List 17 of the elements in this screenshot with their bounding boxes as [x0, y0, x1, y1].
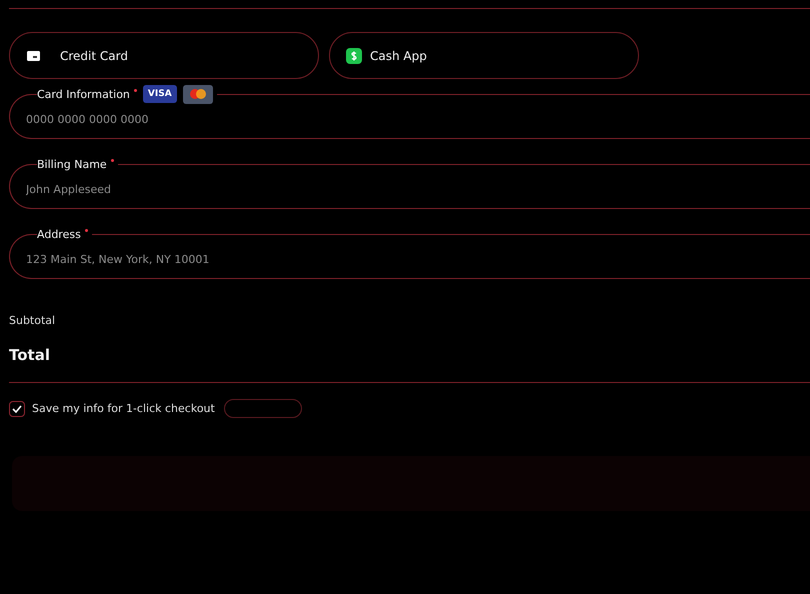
field-label: Card Information: [37, 88, 130, 100]
credit-card-icon: [27, 50, 40, 60]
card-brand-badge: [182, 84, 213, 104]
total-label: Total: [9, 346, 51, 364]
checkbox-label: Save my info for 1-click checkout: [32, 402, 215, 415]
dollar-app-icon: [346, 48, 362, 64]
visa-badge: VISA: [142, 85, 177, 103]
payment-method-option[interactable]: Cash App: [329, 32, 639, 79]
subtotal-label: Subtotal: [9, 314, 56, 327]
field-label: Billing Name: [37, 158, 107, 170]
text-input[interactable]: 123 Main St, New York, NY 10001: [26, 251, 526, 267]
check-icon: [12, 404, 22, 412]
input-field[interactable]: [224, 399, 302, 418]
payment-method-option[interactable]: Credit Card: [9, 32, 319, 79]
field-label: Address: [37, 228, 81, 240]
text-input[interactable]: 0000 0000 0000 0000: [26, 111, 526, 127]
checkbox[interactable]: [9, 400, 25, 416]
